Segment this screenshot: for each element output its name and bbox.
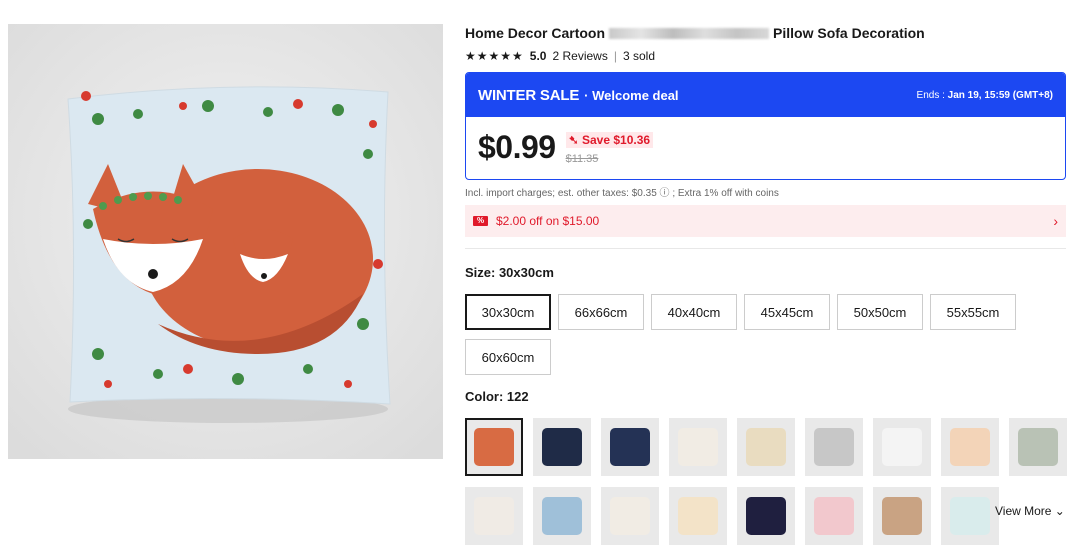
sale-name: WINTER SALE xyxy=(478,86,580,104)
color-label: Color: 122 xyxy=(465,389,529,404)
divider xyxy=(465,248,1066,249)
white-fox-pillow-icon xyxy=(678,428,718,466)
rating-score: 5.0 xyxy=(529,49,547,63)
star-rating-icon: ★★★★★ xyxy=(465,49,524,63)
save-badge: ➷ Save $10.36 xyxy=(565,132,654,148)
sold-count: 3 sold xyxy=(622,49,655,63)
chevron-right-icon: › xyxy=(1053,213,1058,229)
rating-row: ★★★★★ 5.0 2 Reviews | 3 sold xyxy=(465,49,655,63)
coupon-bar[interactable]: % $2.00 off on $15.00 › xyxy=(465,205,1066,237)
size-option[interactable]: 45x45cm xyxy=(744,294,830,330)
size-label: Size: 30x30cm xyxy=(465,265,554,280)
mint-fox-pillow-icon xyxy=(950,497,990,535)
color-swatch[interactable] xyxy=(737,418,795,476)
sale-ends: Ends : Jan 19, 15:59 (GMT+8) xyxy=(916,89,1053,101)
size-option[interactable]: 60x60cm xyxy=(465,339,551,375)
tax-note[interactable]: Incl. import charges; est. other taxes: … xyxy=(465,184,779,199)
original-price: $11.35 xyxy=(565,153,599,165)
color-swatch[interactable] xyxy=(805,418,863,476)
size-option[interactable]: 55x55cm xyxy=(930,294,1016,330)
tag-icon: ➷ xyxy=(568,133,579,147)
price-block: $0.99 ➷ Save $10.36 $11.35 xyxy=(466,117,1065,177)
color-swatch[interactable] xyxy=(465,487,523,545)
size-option[interactable]: 40x40cm xyxy=(651,294,737,330)
cat-pillow-icon xyxy=(882,428,922,466)
color-swatch[interactable] xyxy=(601,487,659,545)
dark-fox-pillow-icon xyxy=(746,497,786,535)
grey-fox-pillow-icon xyxy=(814,428,854,466)
sale-subtitle: · Welcome deal xyxy=(584,87,679,103)
coupon-icon: % xyxy=(473,216,488,226)
color-swatch[interactable] xyxy=(1009,418,1067,476)
color-swatch[interactable] xyxy=(737,487,795,545)
blurred-title-segment xyxy=(609,28,770,39)
color-swatch[interactable] xyxy=(941,487,999,545)
product-title: Home Decor Cartoon Pillow Sofa Decoration xyxy=(465,25,925,41)
sale-header: WINTER SALE · Welcome deal Ends : Jan 19… xyxy=(466,73,1065,117)
size-option[interactable]: 66x66cm xyxy=(558,294,644,330)
blue-fox-pillow-icon xyxy=(542,497,582,535)
coupon-label: $2.00 off on $15.00 xyxy=(496,214,600,228)
color-swatch[interactable] xyxy=(601,418,659,476)
view-more-button[interactable]: View More ⌄ xyxy=(995,504,1065,518)
reviews-link[interactable]: 2 Reviews xyxy=(552,49,607,63)
sage-pillow-icon xyxy=(1018,428,1058,466)
fox-pillow-icon xyxy=(474,428,514,466)
sale-banner: WINTER SALE · Welcome deal Ends : Jan 19… xyxy=(465,72,1066,180)
size-option[interactable]: 50x50cm xyxy=(837,294,923,330)
navy-fox-pillow-icon xyxy=(610,428,650,466)
pattern-pillow-icon xyxy=(746,428,786,466)
color-swatch[interactable] xyxy=(941,418,999,476)
discount-block: ➷ Save $10.36 $11.35 xyxy=(565,131,654,165)
fox-white-pillow-icon xyxy=(474,497,514,535)
wreath-pillow-icon xyxy=(542,428,582,466)
size-option[interactable]: 30x30cm xyxy=(465,294,551,330)
product-main-image[interactable] xyxy=(8,24,443,459)
color-swatch[interactable] xyxy=(669,418,727,476)
brown-fox-pillow-icon xyxy=(882,497,922,535)
color-swatch[interactable] xyxy=(465,418,523,476)
color-swatch[interactable] xyxy=(533,487,591,545)
color-swatch[interactable] xyxy=(873,418,931,476)
peach-fox-pillow-icon xyxy=(950,428,990,466)
pink-fox-pillow-icon xyxy=(814,497,854,535)
color-swatch[interactable] xyxy=(669,487,727,545)
color-swatch[interactable] xyxy=(533,418,591,476)
rating-divider: | xyxy=(613,49,617,63)
trees-pillow-icon xyxy=(610,497,650,535)
color-swatch[interactable] xyxy=(873,487,931,545)
color-swatch[interactable] xyxy=(805,487,863,545)
cream-fox-pillow-icon xyxy=(678,497,718,535)
current-price: $0.99 xyxy=(478,129,556,165)
